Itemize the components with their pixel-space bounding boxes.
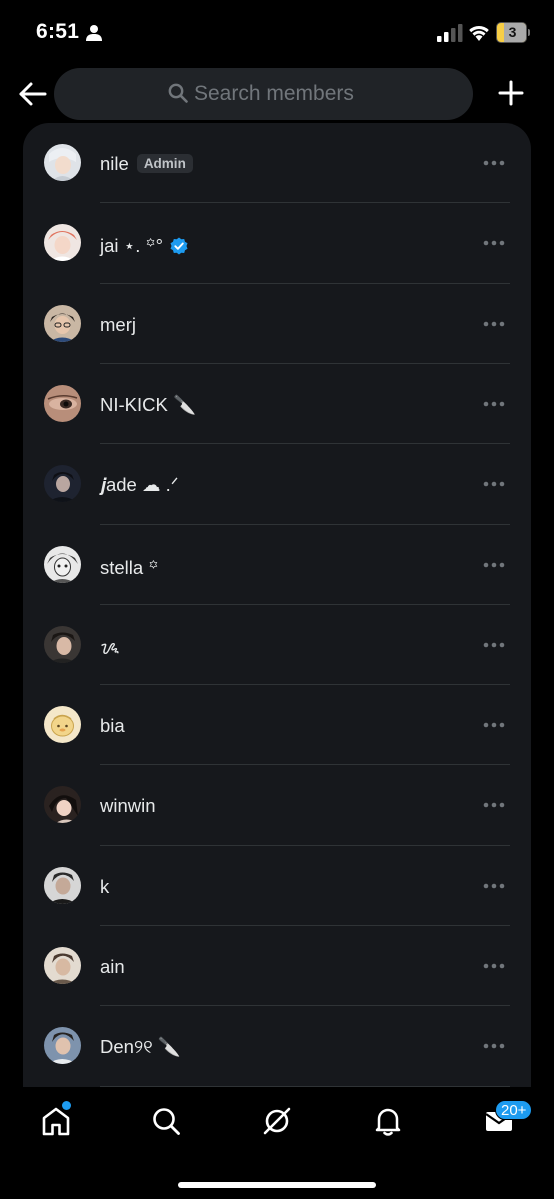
avatar xyxy=(44,384,81,422)
status-bar: 6:51 3 xyxy=(0,0,554,62)
avatar xyxy=(44,304,81,342)
person-icon xyxy=(86,25,102,41)
status-time: 6:51 xyxy=(36,20,80,43)
member-name: k xyxy=(100,875,110,897)
more-options-button[interactable] xyxy=(483,480,505,488)
more-options-button[interactable] xyxy=(483,400,505,408)
battery-icon: 3 xyxy=(496,22,530,43)
member-name: jai ⋆. ꙳° xyxy=(100,235,164,257)
member-row[interactable]: ain xyxy=(23,926,531,1006)
more-options-button[interactable] xyxy=(483,882,505,890)
more-options-button[interactable] xyxy=(483,721,505,729)
search-icon xyxy=(168,83,188,103)
member-row[interactable]: stella ꙳ xyxy=(23,525,531,605)
member-row[interactable]: merj xyxy=(23,284,531,364)
messages-badge: 20+ xyxy=(495,1100,533,1120)
home-notification-dot xyxy=(62,1101,71,1110)
add-member-button[interactable] xyxy=(498,80,524,106)
avatar xyxy=(44,224,81,262)
member-row[interactable]: ᝰ xyxy=(23,605,531,685)
member-row[interactable]: bia xyxy=(23,685,531,765)
back-button[interactable] xyxy=(18,80,48,108)
signal-icon xyxy=(437,24,463,42)
member-row[interactable]: nile Admin xyxy=(23,123,531,203)
member-name: Den୨୧ 🔪 xyxy=(100,1036,181,1058)
member-name: winwin xyxy=(100,795,156,817)
member-row[interactable]: NI-KICK 🔪 xyxy=(23,364,531,444)
member-row[interactable]: winwin xyxy=(23,765,531,845)
avatar xyxy=(44,545,81,583)
avatar xyxy=(44,866,81,904)
member-row[interactable]: 𝒋ade ☁︎ .ᐟ xyxy=(23,444,531,524)
more-options-button[interactable] xyxy=(483,962,505,970)
notifications-icon[interactable] xyxy=(372,1105,404,1137)
avatar xyxy=(44,465,81,503)
more-options-button[interactable] xyxy=(483,239,505,247)
more-options-button[interactable] xyxy=(483,641,505,649)
search-bar[interactable] xyxy=(54,68,473,120)
member-row[interactable]: k xyxy=(23,846,531,926)
member-name: ᝰ xyxy=(100,636,120,658)
member-row[interactable]: jai ⋆. ꙳° xyxy=(23,203,531,283)
search-members-input[interactable] xyxy=(194,80,414,108)
avatar xyxy=(44,786,81,824)
avatar xyxy=(44,625,81,663)
more-options-button[interactable] xyxy=(483,320,505,328)
avatar xyxy=(44,706,81,744)
member-name: merj xyxy=(100,313,136,335)
admin-badge: Admin xyxy=(136,154,193,173)
member-name: NI-KICK 🔪 xyxy=(100,393,197,415)
member-list: nile Admin jai ⋆. ꙳° merj NI-KICK 🔪 𝒋ade… xyxy=(23,123,531,1103)
battery-level: 3 xyxy=(508,24,517,40)
verified-icon xyxy=(170,237,188,255)
home-indicator[interactable] xyxy=(178,1182,376,1188)
more-options-button[interactable] xyxy=(483,1042,505,1050)
avatar xyxy=(44,947,81,984)
plus-icon xyxy=(498,80,524,106)
member-name: nile xyxy=(100,153,129,174)
member-name: stella ꙳ xyxy=(100,556,159,578)
arrow-left-icon xyxy=(19,82,47,106)
search-icon[interactable] xyxy=(150,1105,182,1137)
avatar xyxy=(44,144,81,181)
more-options-button[interactable] xyxy=(483,159,505,167)
member-row[interactable]: Den୨୧ 🔪 xyxy=(23,1006,531,1086)
wifi-icon xyxy=(469,25,489,41)
member-name: 𝒋ade ☁︎ .ᐟ xyxy=(100,474,179,496)
grok-icon[interactable] xyxy=(261,1105,293,1137)
member-name: bia xyxy=(100,715,125,737)
more-options-button[interactable] xyxy=(483,801,505,809)
more-options-button[interactable] xyxy=(483,561,505,569)
member-name: ain xyxy=(100,956,125,977)
avatar xyxy=(44,1027,81,1065)
